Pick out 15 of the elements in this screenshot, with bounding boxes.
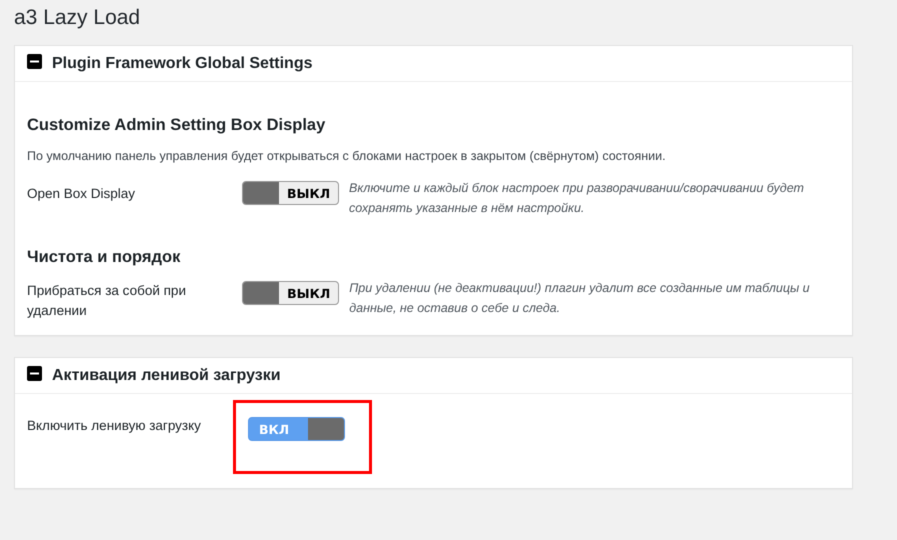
setting-help: Включите и каждый блок настроек при разворачивании/сворачивании будет сохранять указанные в нём настройки. (349, 180, 805, 217)
collapse-icon[interactable] (27, 366, 42, 380)
section-description: По умолчанию панель управления будет открываться с блоками настроек в закрытом (свёрнутом) состоянии. (27, 149, 667, 163)
collapse-icon[interactable] (27, 54, 42, 68)
section-heading: Чистота и порядок (27, 248, 182, 267)
setting-label: Open Box Display (27, 185, 136, 203)
setting-label: Включить ленивую загрузку (27, 417, 202, 435)
page-title: a3 Lazy Load (14, 6, 142, 30)
setting-label: Прибраться за собой при удалении (27, 282, 187, 320)
toggle-switch[interactable]: ВЫКЛ (242, 281, 340, 305)
panel-title[interactable]: Plugin Framework Global Settings (52, 54, 312, 72)
toggle-switch[interactable]: ВЫКЛ (242, 181, 340, 205)
panel-title[interactable]: Активация ленивой загрузки (52, 366, 281, 384)
section-heading: Customize Admin Setting Box Display (27, 116, 326, 135)
setting-help: При удалении (не деактивации!) плагин удалит все созданные им таблицы и данные, не оставив о себе и следа. (349, 280, 811, 317)
